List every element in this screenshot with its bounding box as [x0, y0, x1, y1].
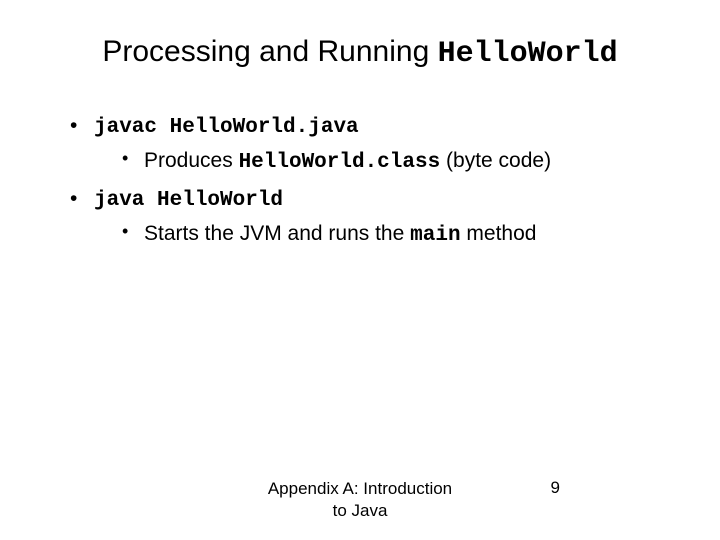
slide-title: Processing and Running HelloWorld [50, 35, 670, 71]
sub-text-mono: main [410, 224, 460, 247]
sub-list: Starts the JVM and runs the main method [94, 219, 670, 250]
sub-list: Produces HelloWorld.class (byte code) [94, 146, 670, 177]
title-mono: HelloWorld [438, 37, 618, 71]
sub-text-pre: Starts the JVM and runs the [144, 222, 410, 245]
sub-text-pre: Produces [144, 149, 239, 172]
sub-text-mono: HelloWorld.class [239, 151, 441, 174]
list-item: java HelloWorld Starts the JVM and runs … [70, 184, 670, 251]
sub-text-post: (byte code) [440, 149, 551, 172]
footer-text: Appendix A: Introduction to Java [265, 478, 455, 522]
list-item: Produces HelloWorld.class (byte code) [122, 146, 670, 177]
command-text: java HelloWorld [94, 189, 283, 212]
slide-container: Processing and Running HelloWorld javac … [0, 0, 720, 540]
title-prefix: Processing and Running [102, 35, 437, 68]
command-text: javac HelloWorld.java [94, 116, 359, 139]
sub-text-post: method [461, 222, 537, 245]
list-item: Starts the JVM and runs the main method [122, 219, 670, 250]
bullet-list: javac HelloWorld.java Produces HelloWorl… [50, 111, 670, 251]
page-number: 9 [551, 478, 560, 498]
list-item: javac HelloWorld.java Produces HelloWorl… [70, 111, 670, 178]
slide-footer: Appendix A: Introduction to Java 9 [0, 478, 720, 522]
